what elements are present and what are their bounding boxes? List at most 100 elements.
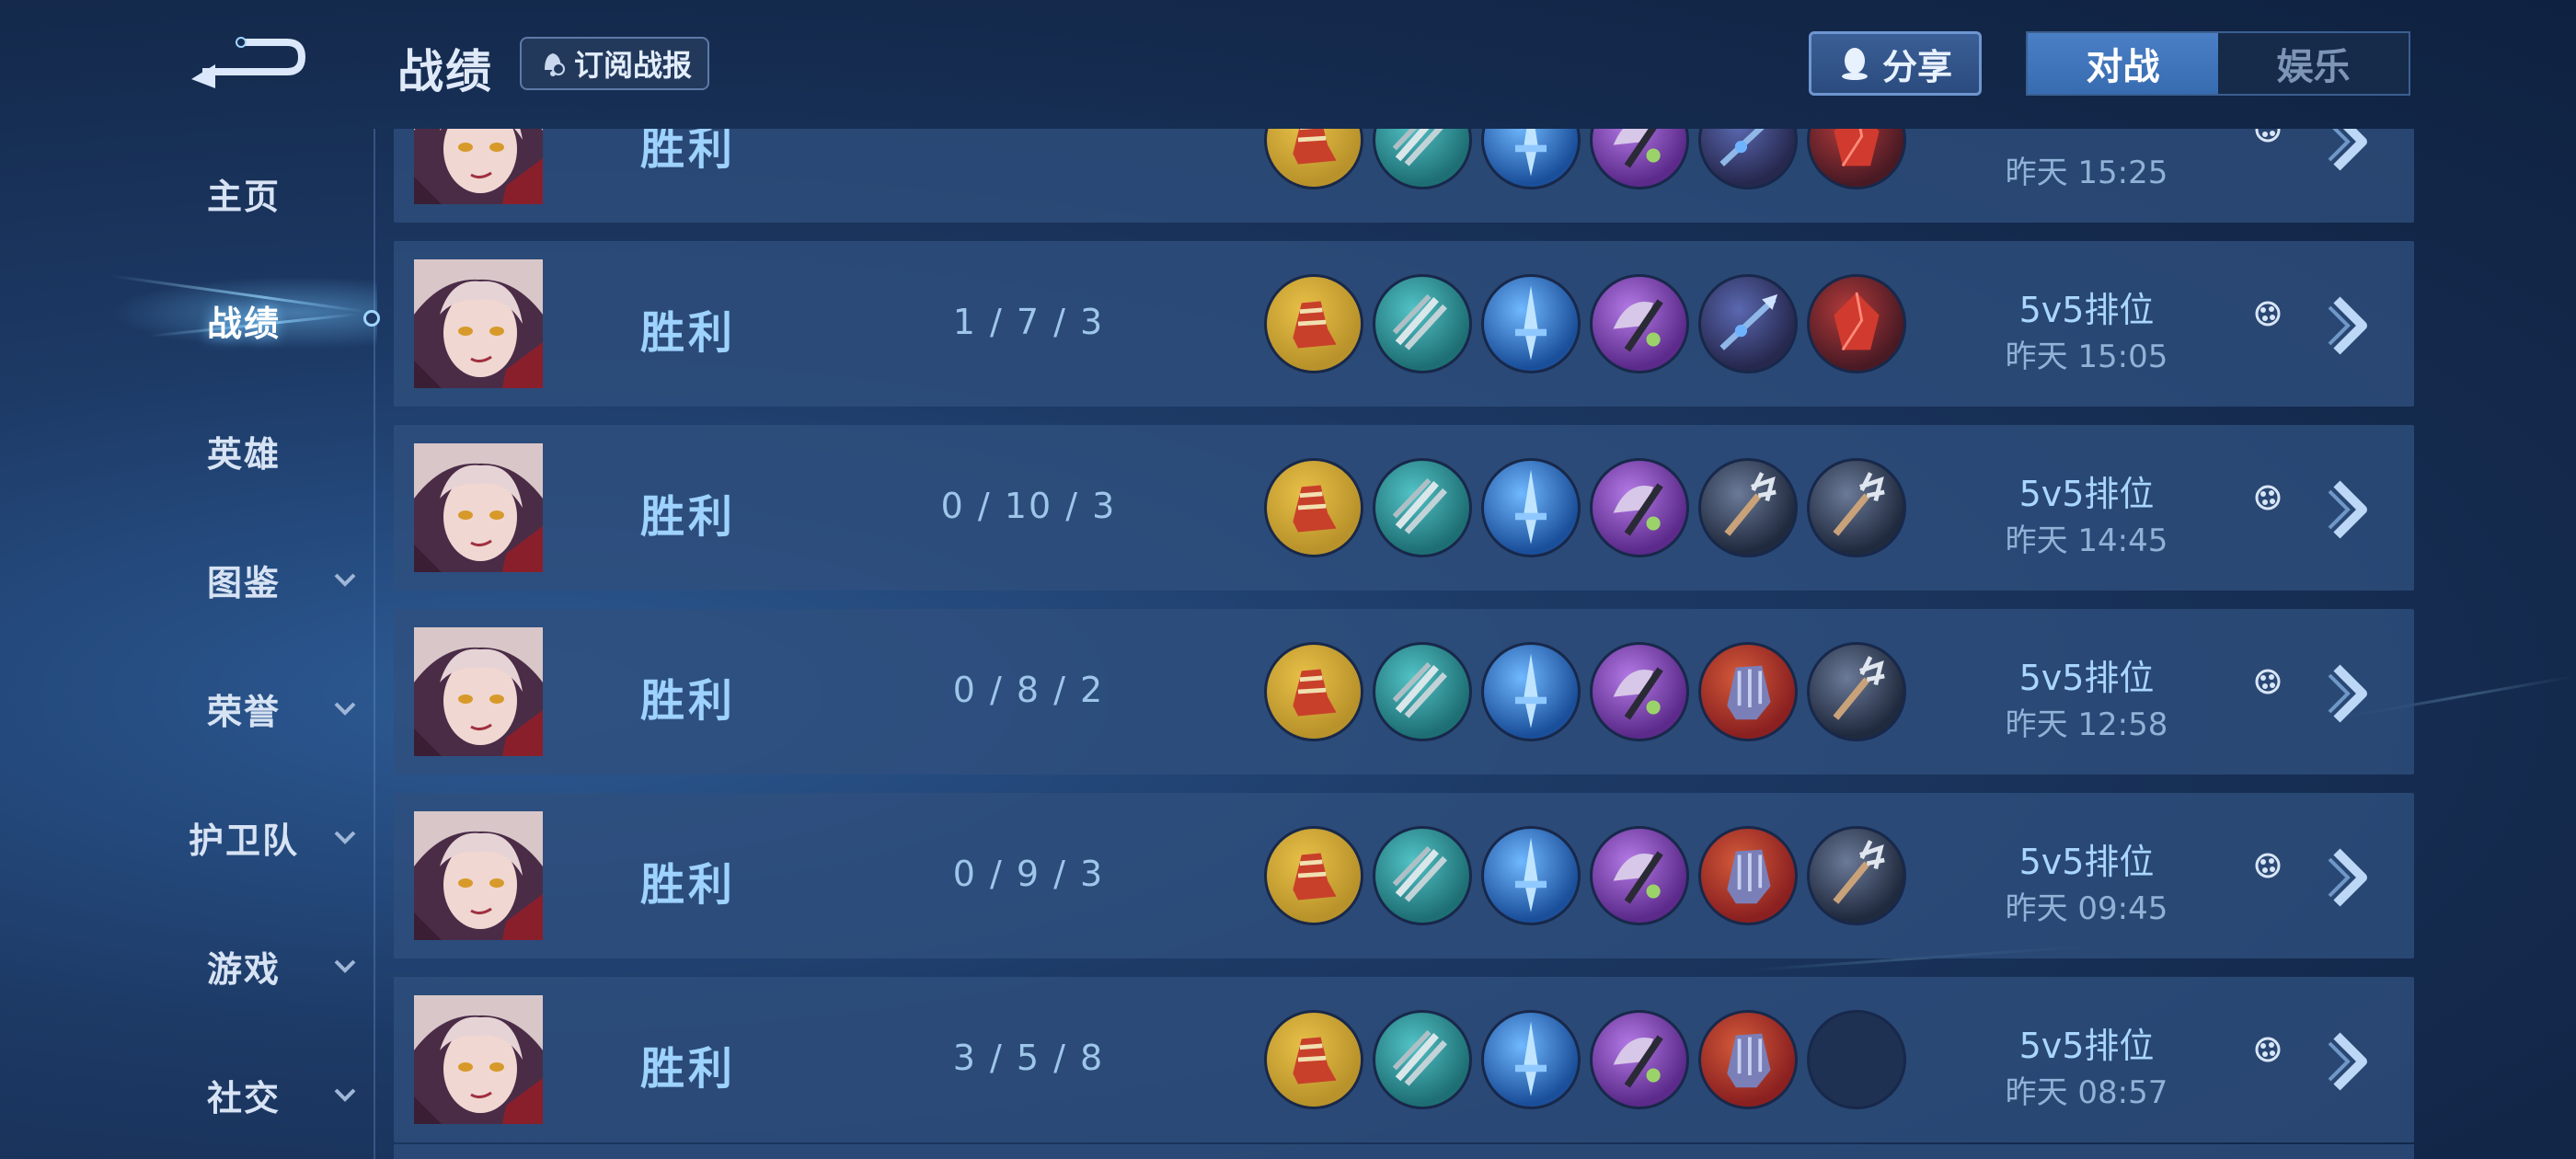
trident-dark-item-icon[interactable]: [1807, 458, 1906, 557]
gauntlet-red-item-icon[interactable]: [1698, 642, 1798, 741]
sidebar-item-heroes[interactable]: 英雄: [138, 419, 350, 483]
chevron-right-icon[interactable]: [2317, 475, 2381, 545]
boots-gold-item-icon[interactable]: [1264, 642, 1363, 741]
bell-icon: [544, 53, 565, 76]
table-row[interactable]: 胜利 0 / 10 / 3 5v5排位 昨天 14:45: [394, 425, 2414, 591]
sword-blue-item-icon[interactable]: [1481, 826, 1581, 925]
gauntlet-red-item-icon[interactable]: [1698, 1010, 1798, 1109]
game-mode: 5v5排位: [2018, 658, 2155, 698]
sidebar-item-label: 游戏: [206, 948, 281, 990]
trident-dark-item-icon[interactable]: [1698, 458, 1798, 557]
boots-gold-item-icon[interactable]: [1264, 826, 1363, 925]
data-detail-icon[interactable]: [2252, 1034, 2283, 1065]
sidebar-item-home[interactable]: 主页: [138, 161, 350, 225]
match-result: 胜利: [640, 129, 737, 175]
sidebar-item-guard[interactable]: 护卫队: [138, 805, 356, 869]
hero-avatar: [414, 811, 543, 940]
table-row[interactable]: 胜利 0 / 9 / 3 5v5排位 昨天 09:45: [394, 793, 2414, 958]
claw-teal-item-icon[interactable]: [1373, 274, 1472, 373]
sword-blue-item-icon[interactable]: [1481, 129, 1581, 189]
page-title: 战绩: [397, 45, 493, 98]
kda-score: 0 / 10 / 3: [940, 486, 1117, 526]
axe-purple-item-icon[interactable]: [1590, 129, 1689, 189]
table-row[interactable]: 胜利 1 / 7 / 3 5v5排位 昨天 15:05: [394, 241, 2414, 407]
gem-red-item-icon[interactable]: [1807, 274, 1906, 373]
spear-dark-item-icon[interactable]: [1698, 129, 1798, 189]
chevron-right-icon[interactable]: [2317, 843, 2381, 912]
sidebar-item-records[interactable]: 战绩: [138, 288, 350, 352]
chevron-right-icon[interactable]: [2317, 659, 2381, 729]
data-detail-icon[interactable]: [2252, 129, 2283, 145]
sidebar-item-label: 图鉴: [206, 562, 281, 603]
match-result: 胜利: [640, 1043, 737, 1095]
tab-entertainment[interactable]: 娱乐: [2218, 33, 2409, 94]
hero-avatar: [414, 627, 543, 756]
chevron-down-icon: [334, 1088, 356, 1102]
chevron-right-icon[interactable]: [2317, 129, 2381, 177]
item-build: [1264, 274, 1906, 373]
share-button[interactable]: 分享: [1809, 31, 1982, 96]
back-button[interactable]: [184, 28, 313, 92]
claw-teal-item-icon[interactable]: [1373, 826, 1472, 925]
match-result: 胜利: [640, 307, 737, 359]
claw-teal-item-icon[interactable]: [1373, 458, 1472, 557]
chevron-right-icon[interactable]: [2317, 291, 2381, 361]
gauntlet-red-item-icon[interactable]: [1698, 826, 1798, 925]
game-mode: 5v5排位: [2018, 290, 2155, 330]
match-time: 昨天 15:25: [2005, 155, 2168, 191]
chevron-down-icon: [334, 573, 356, 587]
sidebar-item-game[interactable]: 游戏: [138, 934, 356, 998]
data-detail-icon[interactable]: [2252, 666, 2283, 697]
gem-red-item-icon[interactable]: [1807, 129, 1906, 189]
spear-dark-item-icon[interactable]: [1698, 274, 1798, 373]
sidebar-item-label: 主页: [206, 176, 281, 217]
table-row[interactable]: 胜利 3 / 5 / 8 5v5排位 昨天 08:57: [394, 977, 2414, 1142]
sword-blue-item-icon[interactable]: [1481, 274, 1581, 373]
boots-gold-item-icon[interactable]: [1264, 458, 1363, 557]
sidebar-item-label: 战绩: [206, 303, 281, 344]
table-row[interactable]: 胜利 昨天 15:25: [394, 129, 2414, 223]
trident-dark-item-icon[interactable]: [1807, 642, 1906, 741]
table-row[interactable]: 胜利 0 / 8 / 2 5v5排位 昨天 12:58: [394, 609, 2414, 775]
game-mode: 5v5排位: [2018, 842, 2155, 882]
subscribe-report-button[interactable]: 订阅战报: [520, 37, 709, 90]
boots-gold-item-icon[interactable]: [1264, 1010, 1363, 1109]
sidebar-item-codex[interactable]: 图鉴: [138, 547, 356, 612]
chevron-down-icon: [334, 702, 356, 716]
data-detail-icon[interactable]: [2252, 850, 2283, 881]
sword-blue-item-icon[interactable]: [1481, 1010, 1581, 1109]
tab-battle[interactable]: 对战: [2028, 33, 2218, 94]
sidebar-item-label: 荣誉: [206, 691, 281, 732]
sword-blue-item-icon[interactable]: [1481, 458, 1581, 557]
chevron-right-icon[interactable]: [2317, 1027, 2381, 1096]
axe-purple-item-icon[interactable]: [1590, 642, 1689, 741]
data-detail-icon[interactable]: [2252, 482, 2283, 513]
sidebar-item-honor[interactable]: 荣誉: [138, 676, 356, 740]
claw-teal-item-icon[interactable]: [1373, 129, 1472, 189]
share-label: 分享: [1881, 46, 1952, 87]
axe-purple-item-icon[interactable]: [1590, 1010, 1689, 1109]
item-build: [1264, 458, 1906, 557]
sidebar-item-label: 英雄: [206, 433, 281, 475]
match-result: 胜利: [640, 675, 737, 727]
data-detail-icon[interactable]: [2252, 298, 2283, 329]
item-build: [1264, 826, 1906, 925]
hero-avatar: [414, 129, 543, 204]
trident-dark-item-icon[interactable]: [1807, 826, 1906, 925]
item-build: [1264, 129, 1906, 189]
chevron-down-icon: [334, 959, 356, 973]
match-time: 昨天 08:57: [2005, 1074, 2168, 1111]
match-time: 昨天 14:45: [2005, 522, 2168, 559]
boots-gold-item-icon[interactable]: [1264, 274, 1363, 373]
game-mode: 5v5排位: [2018, 1026, 2155, 1066]
sidebar-item-social[interactable]: 社交: [138, 1062, 356, 1127]
boots-gold-item-icon[interactable]: [1264, 129, 1363, 189]
top-bar: 战绩 订阅战报 分享 对战 娱乐: [0, 0, 2576, 129]
claw-teal-item-icon[interactable]: [1373, 642, 1472, 741]
claw-teal-item-icon[interactable]: [1373, 1010, 1472, 1109]
empty-slot-item-icon[interactable]: [1807, 1010, 1906, 1109]
axe-purple-item-icon[interactable]: [1590, 458, 1689, 557]
sword-blue-item-icon[interactable]: [1481, 642, 1581, 741]
axe-purple-item-icon[interactable]: [1590, 274, 1689, 373]
axe-purple-item-icon[interactable]: [1590, 826, 1689, 925]
